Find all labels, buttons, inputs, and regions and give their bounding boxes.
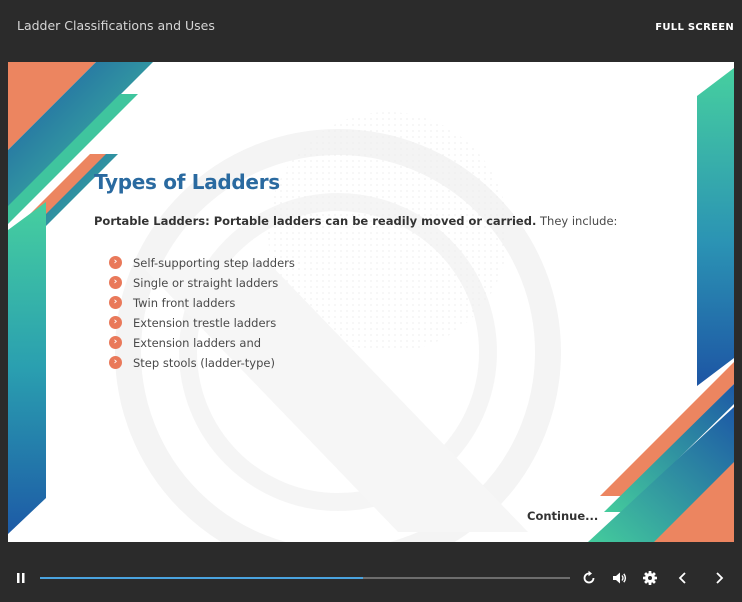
chevron-right-circle-icon: › [109,356,122,369]
chevron-right-circle-icon: › [109,276,122,289]
pause-button[interactable] [11,568,31,588]
list-item-label: Self-supporting step ladders [133,256,295,270]
chevron-right-circle-icon: › [109,336,122,349]
ladder-types-list: › Self-supporting step ladders › Single or… [109,254,295,374]
list-item: › Twin front ladders [109,294,295,314]
slide-canvas: Types of Ladders Portable Ladders: Porta… [8,62,734,542]
list-item-label: Single or straight ladders [133,276,279,290]
list-item-label: Extension trestle ladders [133,316,277,330]
top-bar: Ladder Classifications and Uses FULL SCR… [0,0,742,56]
chevron-right-circle-icon: › [109,316,122,329]
volume-button[interactable] [610,568,630,588]
chevron-right-icon [716,572,724,584]
list-item-label: Step stools (ladder-type) [133,356,275,370]
chevron-right-circle-icon: › [109,296,122,309]
intro-rest-text: They include: [536,214,618,228]
chevron-right-circle-icon: › [109,256,122,269]
right-vertical-stripe [697,68,734,386]
next-button[interactable] [709,568,729,588]
list-item: › Self-supporting step ladders [109,254,295,274]
gear-icon [643,571,657,585]
intro-text: Portable Ladders: Portable ladders can b… [94,214,617,228]
list-item: › Extension trestle ladders [109,314,295,334]
list-item-label: Twin front ladders [133,296,236,310]
list-item-label: Extension ladders and [133,336,262,350]
list-item: › Step stools (ladder-type) [109,354,295,374]
playback-controls [0,560,742,602]
fullscreen-button[interactable]: FULL SCREEN [655,22,734,33]
pause-icon [17,573,25,583]
intro-bold-text: Portable Ladders: Portable ladders can b… [94,214,537,228]
continue-button[interactable]: Continue... [527,509,598,523]
previous-button[interactable] [673,568,693,588]
settings-button[interactable] [640,568,660,588]
replay-icon [583,570,595,584]
volume-icon [613,572,627,584]
course-title: Ladder Classifications and Uses [17,18,215,33]
bottom-right-stripes [588,362,734,542]
list-item: › Single or straight ladders [109,274,295,294]
replay-button[interactable] [579,568,599,588]
progress-bar[interactable] [40,577,570,579]
chevron-left-icon [678,572,686,584]
slide-title: Types of Ladders [94,170,280,194]
list-item: › Extension ladders and [109,334,295,354]
progress-fill [40,577,364,579]
course-player: Ladder Classifications and Uses FULL SCR… [0,0,742,602]
